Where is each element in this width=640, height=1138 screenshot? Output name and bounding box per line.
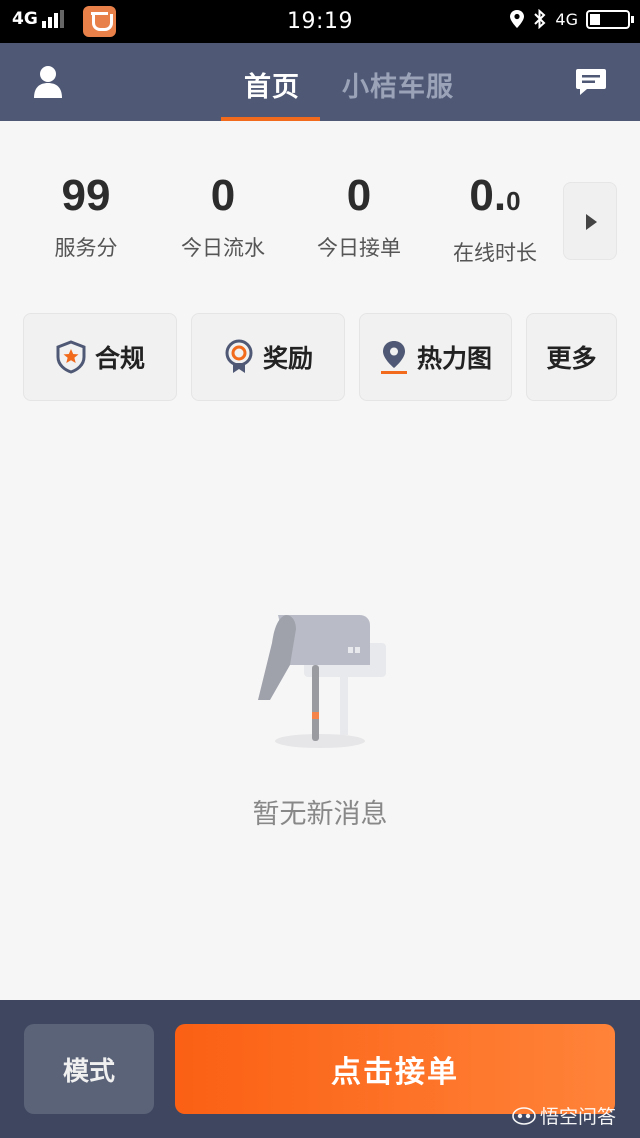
rewards-button[interactable]: 奖励 (191, 313, 345, 401)
stats-expand-button[interactable] (563, 182, 617, 260)
stat-value: 0 (346, 171, 372, 220)
stat-value: 0.0 (469, 171, 521, 220)
stat-label: 服务分 (54, 236, 118, 260)
heatmap-button[interactable]: 热力图 (359, 313, 512, 401)
stat-label: 在线时长 (453, 241, 537, 265)
wukong-logo-icon (512, 1106, 536, 1125)
stat-service-score[interactable]: 99 服务分 (21, 170, 151, 262)
bluetooth-icon (534, 9, 546, 29)
action-label: 奖励 (262, 344, 313, 373)
compliance-button[interactable]: 合规 (23, 313, 177, 401)
more-button[interactable]: 更多 (526, 313, 617, 401)
action-label: 合规 (94, 344, 145, 373)
active-tab-indicator (221, 117, 320, 121)
status-bar: 4G 19:19 4G (0, 0, 640, 43)
medal-icon (225, 339, 253, 373)
mailbox-icon (258, 615, 386, 748)
action-label: 热力图 (416, 344, 492, 373)
action-label: 更多 (546, 344, 597, 373)
tab-home[interactable]: 首页 (244, 65, 300, 104)
driver-stats: 99 服务分 0 今日流水 0 今日接单 0.0 在线时长 (0, 160, 640, 270)
watermark-text: 悟空问答 (540, 1106, 617, 1128)
top-nav: 首页 小桔车服 (0, 43, 640, 121)
message-icon[interactable] (575, 67, 607, 97)
empty-state-message: 暂无新消息 (252, 799, 388, 830)
watermark: 悟空问答 (512, 1102, 616, 1129)
stat-value: 99 (61, 171, 111, 220)
location-icon (510, 10, 525, 28)
play-arrow-icon (586, 214, 597, 230)
stat-today-revenue[interactable]: 0 今日流水 (158, 170, 288, 262)
network-type-right: 4G (555, 9, 578, 29)
stat-label: 今日流水 (181, 236, 265, 260)
status-right: 4G (509, 9, 634, 29)
mode-button[interactable]: 模式 (24, 1024, 154, 1114)
stat-online-time[interactable]: 0.0 在线时长 (430, 170, 560, 267)
accept-order-button[interactable]: 点击接单 (175, 1024, 615, 1114)
user-icon[interactable] (28, 65, 68, 99)
stat-label: 今日接单 (317, 236, 401, 260)
tab-car-service[interactable]: 小桔车服 (342, 65, 454, 104)
shield-icon (56, 340, 86, 374)
map-pin-icon (380, 341, 407, 374)
battery-icon (586, 9, 634, 29)
stat-today-orders[interactable]: 0 今日接单 (294, 170, 424, 262)
app-screen: 4G 19:19 4G 首页 小桔车服 99 服务分 0 今日流水 0 今日接单… (0, 0, 640, 1138)
stat-value: 0 (210, 171, 236, 220)
